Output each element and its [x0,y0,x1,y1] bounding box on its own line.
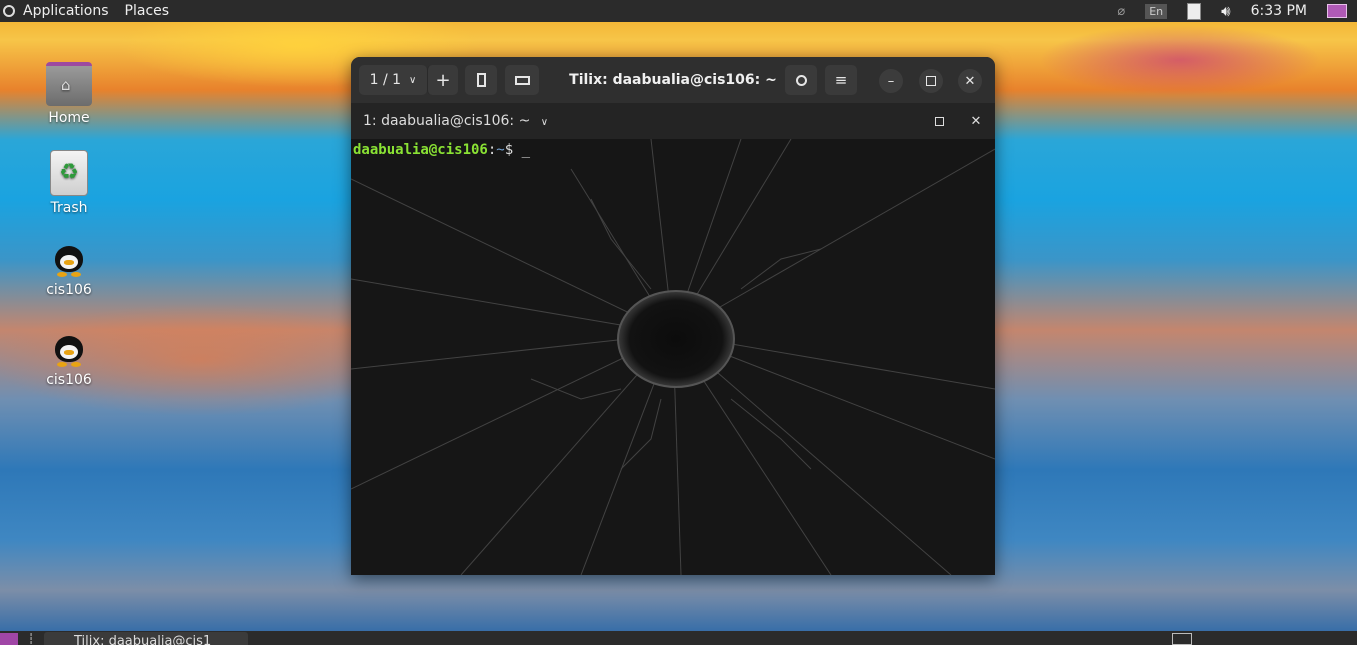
bottom-panel: ┇ Tilix: daabualia@cis1 [0,631,1357,645]
trash-icon: ♻ [50,150,88,196]
places-menu[interactable]: Places [117,0,178,22]
split-down-icon [514,75,530,85]
tux-icon [53,246,85,278]
terminal-title: 1: daabualia@cis106: ~ [363,113,531,129]
taskbar-item-label: Tilix: daabualia@cis1 [74,634,212,645]
taskbar-item-tilix[interactable]: Tilix: daabualia@cis1 [44,632,248,645]
keyboard-layout-indicator[interactable]: En [1145,3,1168,19]
top-panel: Applications Places ⌀ En 🔊︎ 6:33 PM [0,0,1357,22]
tilix-window: 1 / 1 ∨ + Tilix: daabualia@cis106: ~ ≡ –… [351,57,995,575]
close-button[interactable]: ✕ [958,69,982,93]
new-session-button[interactable]: + [427,65,458,95]
desktop-icon-home[interactable]: ⌂ Home [34,62,104,126]
hamburger-menu-button[interactable]: ≡ [825,65,857,95]
menu-icon: ≡ [834,71,848,89]
cursor: _ [521,142,531,158]
applications-logo-icon[interactable] [3,5,15,17]
search-icon [795,74,807,86]
close-icon: ✕ [964,73,976,89]
minimize-button[interactable]: – [879,69,903,93]
panel-handle-icon: ┇ [28,634,35,645]
top-menu: Applications Places [0,0,177,22]
clock[interactable]: 6:33 PM [1251,3,1307,19]
prompt-symbol: $ [504,142,522,158]
desktop-icon-label: cis106 [46,372,92,388]
terminal-title-dropdown[interactable]: 1: daabualia@cis106: ~ ∨ [363,103,548,141]
desktop-icon-trash[interactable]: ♻ Trash [34,150,104,216]
desktop-icon-label: Home [48,110,90,126]
home-folder-icon: ⌂ [46,62,92,106]
session-switcher-button[interactable]: 1 / 1 ∨ [359,65,427,95]
maximize-icon [926,76,936,86]
desktop-icon-label: Trash [50,200,88,216]
window-headerbar[interactable]: 1 / 1 ∨ + Tilix: daabualia@cis106: ~ ≡ –… [351,57,995,104]
desktop-icon-cis106[interactable]: cis106 [34,246,104,298]
battery-icon[interactable] [1187,2,1202,20]
search-button[interactable] [785,65,817,95]
maximize-icon [934,116,944,126]
split-right-icon [476,73,486,87]
session-menu-icon[interactable] [1327,4,1347,18]
tux-icon [53,336,85,368]
volume-icon[interactable]: 🔊︎ [1221,2,1230,20]
terminal-close-button[interactable]: ✕ [964,109,988,133]
plus-icon: + [435,69,451,91]
network-icon[interactable]: ⌀ [1117,4,1125,19]
desktop-icon-cis106[interactable]: cis106 [34,336,104,388]
terminal-maximize-button[interactable] [927,109,951,133]
close-icon: ✕ [970,113,982,129]
terminal-titlebar: 1: daabualia@cis106: ~ ∨ ✕ [351,103,995,139]
shell-prompt: daabualia@cis106:~$ _ [353,142,530,158]
minimize-icon: – [887,73,895,89]
session-counter: 1 / 1 [369,72,402,88]
add-terminal-down-button[interactable] [505,65,539,95]
add-terminal-right-button[interactable] [465,65,497,95]
prompt-user: daabualia@cis106 [353,142,488,158]
system-tray: ⌀ En 🔊︎ 6:33 PM [1107,0,1357,22]
workspace-switcher[interactable] [1172,633,1192,645]
chevron-down-icon: ∨ [409,74,417,86]
prompt-path: ~ [496,142,505,158]
show-desktop-button[interactable] [0,633,18,645]
shattered-glass-background [351,139,995,575]
terminal-area[interactable]: daabualia@cis106:~$ _ [351,139,995,575]
maximize-button[interactable] [919,69,943,93]
desktop-icon-label: cis106 [46,282,92,298]
chevron-down-icon: ∨ [540,117,549,128]
applications-menu[interactable]: Applications [15,0,117,22]
